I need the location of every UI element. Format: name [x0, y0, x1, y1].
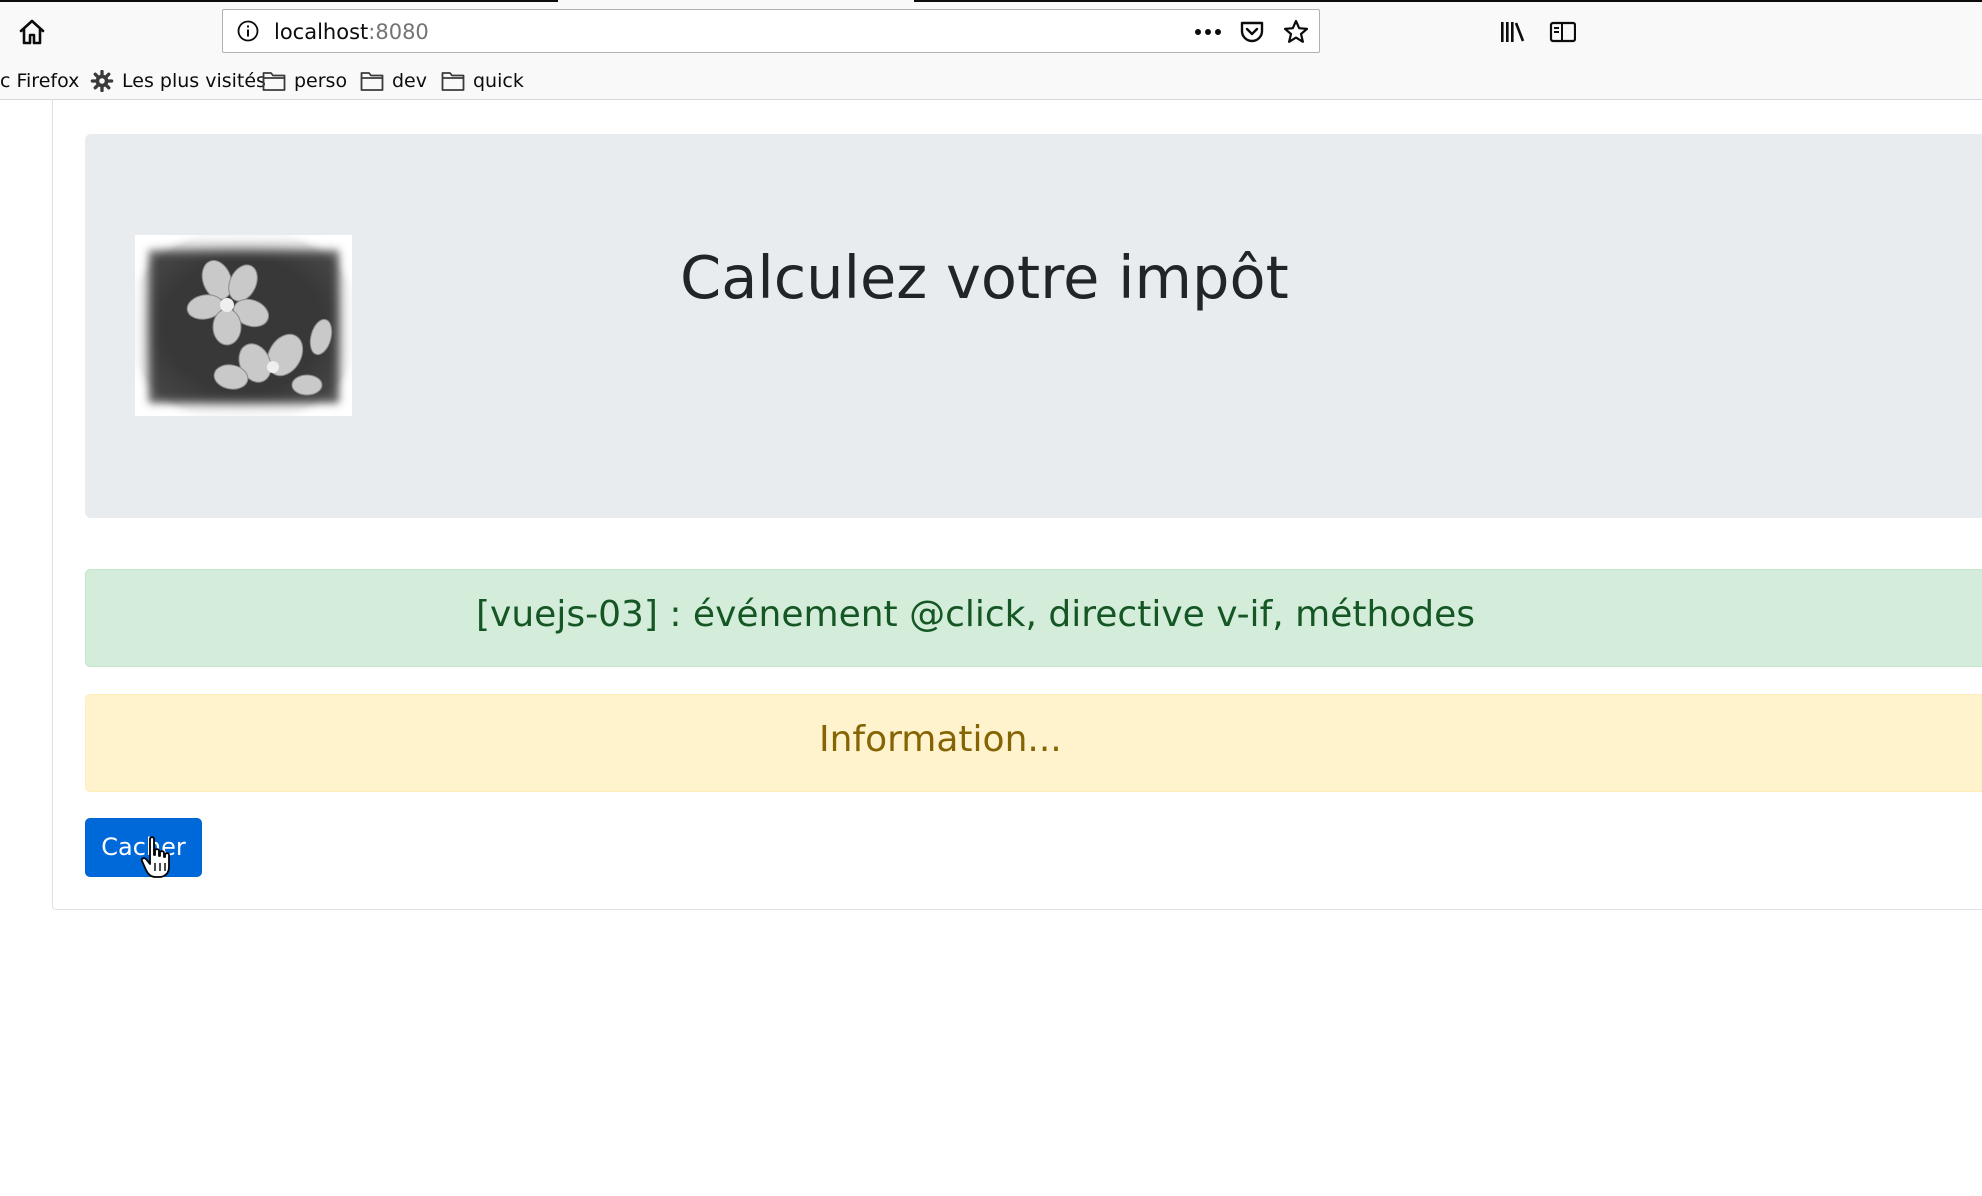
page-viewport: Calculez votre impôt [vuejs-03] : événem…	[0, 100, 1982, 1196]
url-bar[interactable]: localhost:8080	[222, 9, 1320, 53]
home-icon	[19, 19, 45, 45]
library-button[interactable]	[1498, 18, 1526, 46]
bookmarks-toolbar: c Firefox Les plus visités perso dev qui…	[0, 64, 1982, 100]
sidebar-button[interactable]	[1548, 18, 1577, 46]
gear-icon	[90, 70, 114, 92]
pocket-button[interactable]	[1237, 18, 1267, 46]
site-info-button[interactable]	[237, 20, 259, 42]
success-alert-text: [vuejs-03] : événement @click, directive…	[476, 594, 1476, 635]
more-icon	[1195, 29, 1221, 35]
bookmark-label: quick	[473, 70, 524, 92]
url-host: localhost	[274, 20, 369, 44]
bookmark-folder-perso[interactable]: perso	[262, 68, 347, 94]
logo-image	[128, 228, 359, 423]
page-actions-button[interactable]	[1193, 18, 1223, 46]
bookmark-folder-dev[interactable]: dev	[360, 68, 427, 94]
library-icon	[1501, 22, 1525, 42]
jumbotron: Calculez votre impôt	[85, 134, 1982, 518]
home-button[interactable]	[18, 18, 46, 46]
bookmark-item-most-visited[interactable]: Les plus visités	[90, 68, 266, 94]
bookmark-folder-quick[interactable]: quick	[441, 68, 524, 94]
tab-strip-border	[0, 0, 558, 2]
warning-alert: Information...	[85, 694, 1982, 792]
folder-icon	[262, 70, 286, 92]
star-icon	[1283, 19, 1309, 43]
success-alert: [vuejs-03] : événement @click, directive…	[85, 569, 1982, 667]
folder-icon	[441, 70, 465, 92]
tab-strip-border	[914, 0, 1982, 2]
bookmark-label: perso	[294, 70, 348, 92]
url-actions	[1193, 18, 1311, 46]
hide-button[interactable]: Cacher	[85, 818, 202, 877]
page-title: Calculez votre impôt	[680, 243, 1289, 312]
warning-alert-text: Information...	[819, 719, 1062, 760]
browser-toolbar: localhost:8080	[0, 0, 1982, 64]
sidebar-icon	[1549, 21, 1577, 43]
bookmark-star-button[interactable]	[1281, 18, 1311, 46]
folder-icon	[360, 70, 384, 92]
bookmark-label: c Firefox	[0, 70, 80, 92]
bookmark-label: Les plus visités	[122, 70, 266, 92]
pocket-icon	[1240, 21, 1264, 43]
url-text[interactable]: localhost:8080	[274, 20, 429, 44]
info-icon	[237, 20, 259, 42]
bookmark-item[interactable]: c Firefox	[0, 68, 79, 94]
url-port: :8080	[368, 20, 429, 44]
bookmark-label: dev	[392, 70, 427, 92]
